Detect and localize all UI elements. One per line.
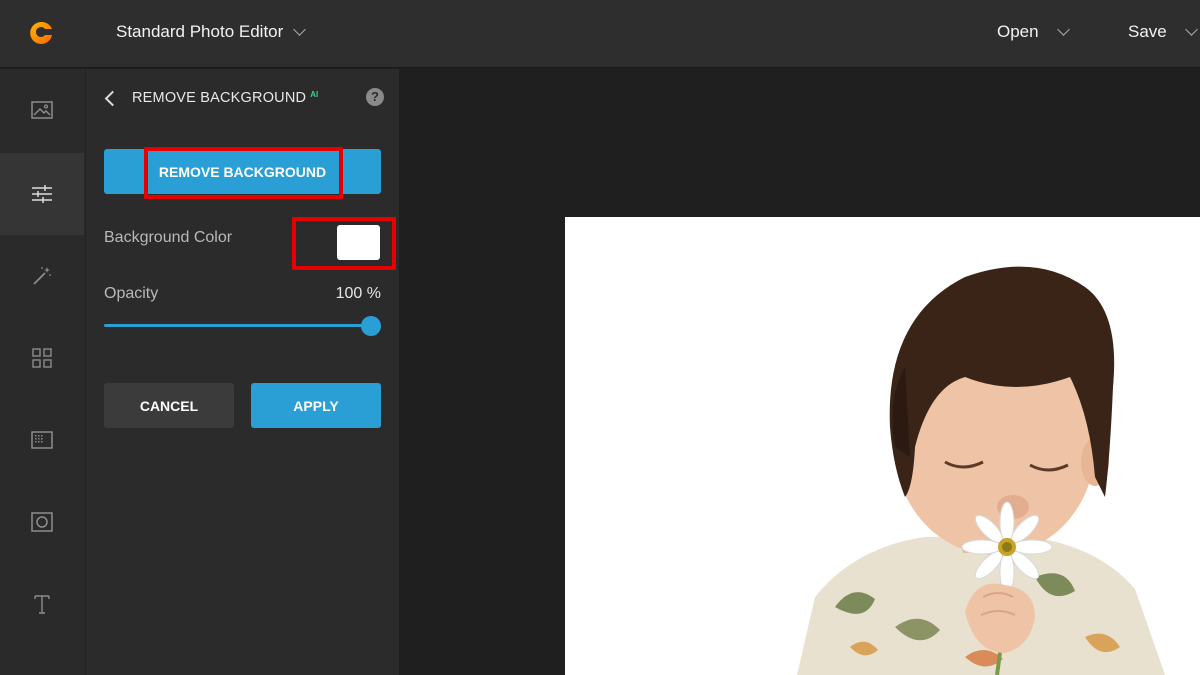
magic-wand-icon <box>33 267 51 285</box>
rail-item-image[interactable] <box>0 69 84 151</box>
vignette-frame-icon <box>31 512 53 532</box>
canvas-area[interactable] <box>399 69 1200 675</box>
chevron-down-icon <box>293 23 307 36</box>
rail-item-frames[interactable] <box>0 481 84 563</box>
opacity-slider-track[interactable] <box>104 324 371 327</box>
panel-title: REMOVE BACKGROUND <box>132 90 307 106</box>
remove-background-panel: REMOVE BACKGROUND AI ? REMOVE BACKGROUND… <box>86 69 399 675</box>
app-logo-icon[interactable] <box>28 20 54 46</box>
rail-item-effects[interactable] <box>0 235 84 317</box>
chevron-down-icon <box>1056 23 1070 36</box>
text-icon <box>34 595 50 614</box>
ai-badge: AI <box>310 89 319 99</box>
rail-item-adjust[interactable] <box>0 153 84 235</box>
rail-item-textures[interactable] <box>0 399 84 481</box>
remove-background-button[interactable]: REMOVE BACKGROUND <box>104 149 381 194</box>
frame-texture-icon <box>31 431 53 449</box>
chevron-down-icon <box>1184 23 1198 36</box>
panel-header: REMOVE BACKGROUND AI ? <box>102 87 384 109</box>
photo-canvas[interactable] <box>565 217 1200 675</box>
opacity-slider-thumb[interactable] <box>361 316 381 336</box>
save-label: Save <box>1128 22 1167 41</box>
open-menu[interactable]: Open <box>997 22 1070 42</box>
help-icon[interactable]: ? <box>366 88 384 106</box>
app-title-dropdown[interactable]: Standard Photo Editor <box>116 22 307 42</box>
tool-rail <box>0 69 86 675</box>
open-label: Open <box>997 22 1039 41</box>
cancel-button[interactable]: CANCEL <box>104 383 234 428</box>
image-icon <box>31 101 53 119</box>
app-title: Standard Photo Editor <box>116 22 284 41</box>
rail-item-text[interactable] <box>0 563 84 645</box>
child-with-daisy-image <box>797 266 1165 675</box>
back-arrow-icon[interactable] <box>104 90 121 106</box>
rail-item-layout[interactable] <box>0 317 84 399</box>
save-menu[interactable]: Save <box>1128 22 1198 42</box>
apply-button[interactable]: APPLY <box>251 383 381 428</box>
grid-icon <box>32 348 52 368</box>
opacity-label: Opacity <box>104 285 159 302</box>
background-color-swatch[interactable] <box>337 225 380 260</box>
opacity-value: 100 % <box>335 285 381 302</box>
background-color-label: Background Color <box>104 229 233 246</box>
adjust-sliders-icon <box>32 185 52 203</box>
top-bar: Standard Photo Editor Open Save <box>0 0 1200 68</box>
